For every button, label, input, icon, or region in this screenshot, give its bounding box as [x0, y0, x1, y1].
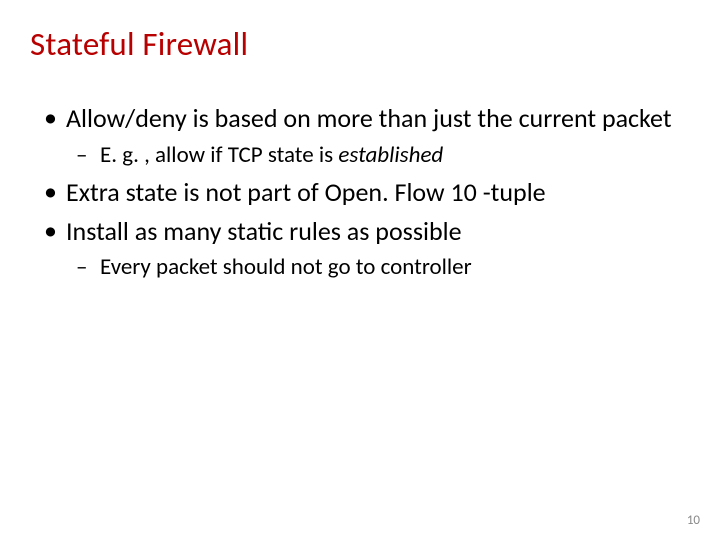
- sub-bullet-text: E. g. , allow if TCP state is: [100, 141, 338, 169]
- slide-title: Stateful Firewall: [30, 24, 690, 64]
- bullet-text: Install as many static rules as possible: [66, 215, 462, 247]
- sub-bullet-text: Every packet should not go to controller: [100, 253, 472, 281]
- bullet-item: Extra state is not part of Open. Flow 10…: [30, 176, 690, 209]
- bullet-list-level2: Every packet should not go to controller: [66, 253, 690, 283]
- slide: Stateful Firewall Allow/deny is based on…: [0, 0, 720, 540]
- bullet-list-level1: Allow/deny is based on more than just th…: [30, 102, 690, 283]
- page-number: 10: [687, 513, 700, 528]
- bullet-item: Allow/deny is based on more than just th…: [30, 102, 690, 170]
- bullet-text: Allow/deny is based on more than just th…: [66, 102, 672, 134]
- sub-bullet-italic: established: [338, 141, 443, 169]
- sub-bullet-item: Every packet should not go to controller: [66, 253, 690, 283]
- slide-content: Allow/deny is based on more than just th…: [30, 102, 690, 283]
- bullet-list-level2: E. g. , allow if TCP state is establishe…: [66, 141, 690, 171]
- sub-bullet-item: E. g. , allow if TCP state is establishe…: [66, 141, 690, 171]
- bullet-item: Install as many static rules as possible…: [30, 215, 690, 283]
- bullet-text: Extra state is not part of Open. Flow 10…: [66, 176, 546, 208]
